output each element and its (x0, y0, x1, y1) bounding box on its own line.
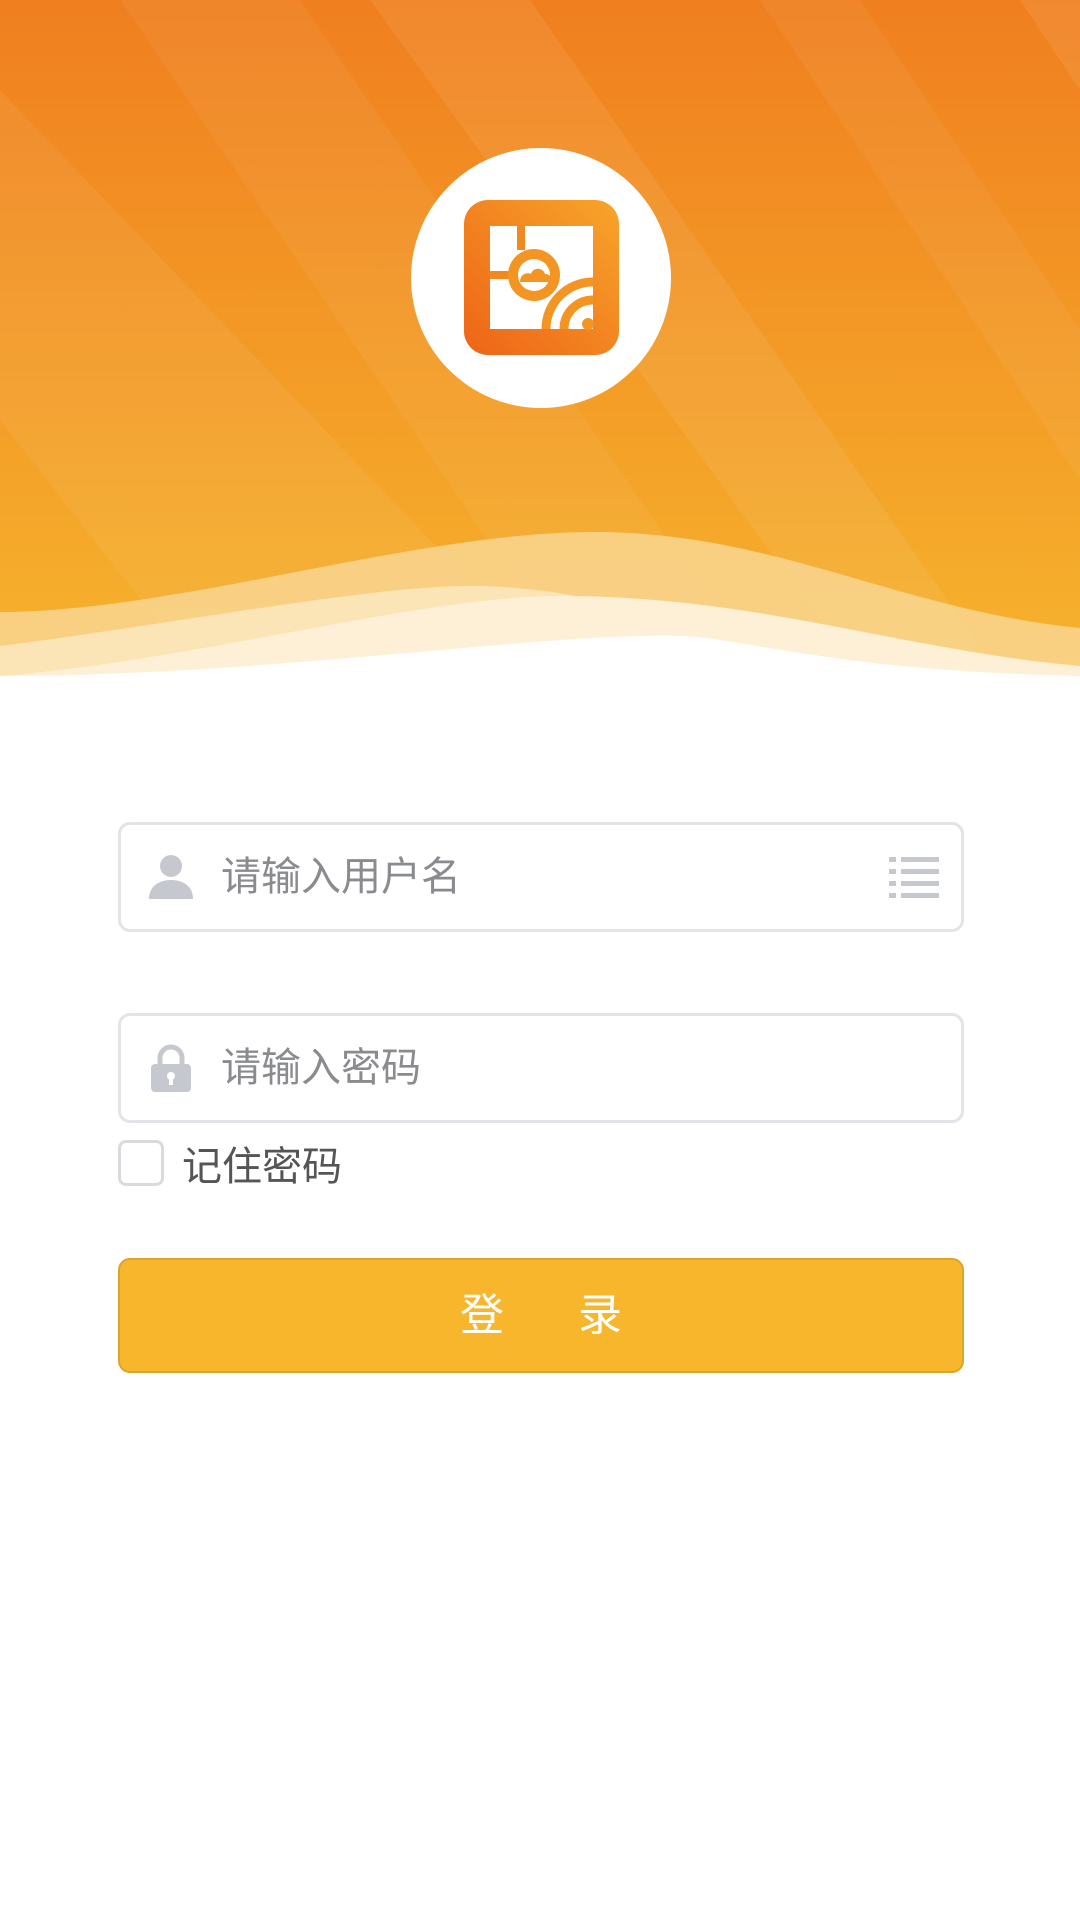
password-input[interactable] (221, 1016, 841, 1120)
remember-password-label: 记住密码 (182, 1144, 342, 1190)
remember-password[interactable]: 记住密码 (118, 1139, 342, 1190)
username-input[interactable] (221, 825, 841, 929)
login-screen: 记住密码 登 录 (0, 0, 1080, 1920)
username-field (118, 822, 964, 932)
lock-icon (147, 1044, 195, 1092)
cloud-broadcast-logo-icon (464, 200, 619, 355)
remember-password-checkbox[interactable] (118, 1140, 164, 1186)
password-field (118, 1013, 964, 1123)
list-icon[interactable] (889, 855, 939, 899)
login-button[interactable]: 登 录 (118, 1258, 964, 1373)
user-icon (147, 853, 195, 901)
